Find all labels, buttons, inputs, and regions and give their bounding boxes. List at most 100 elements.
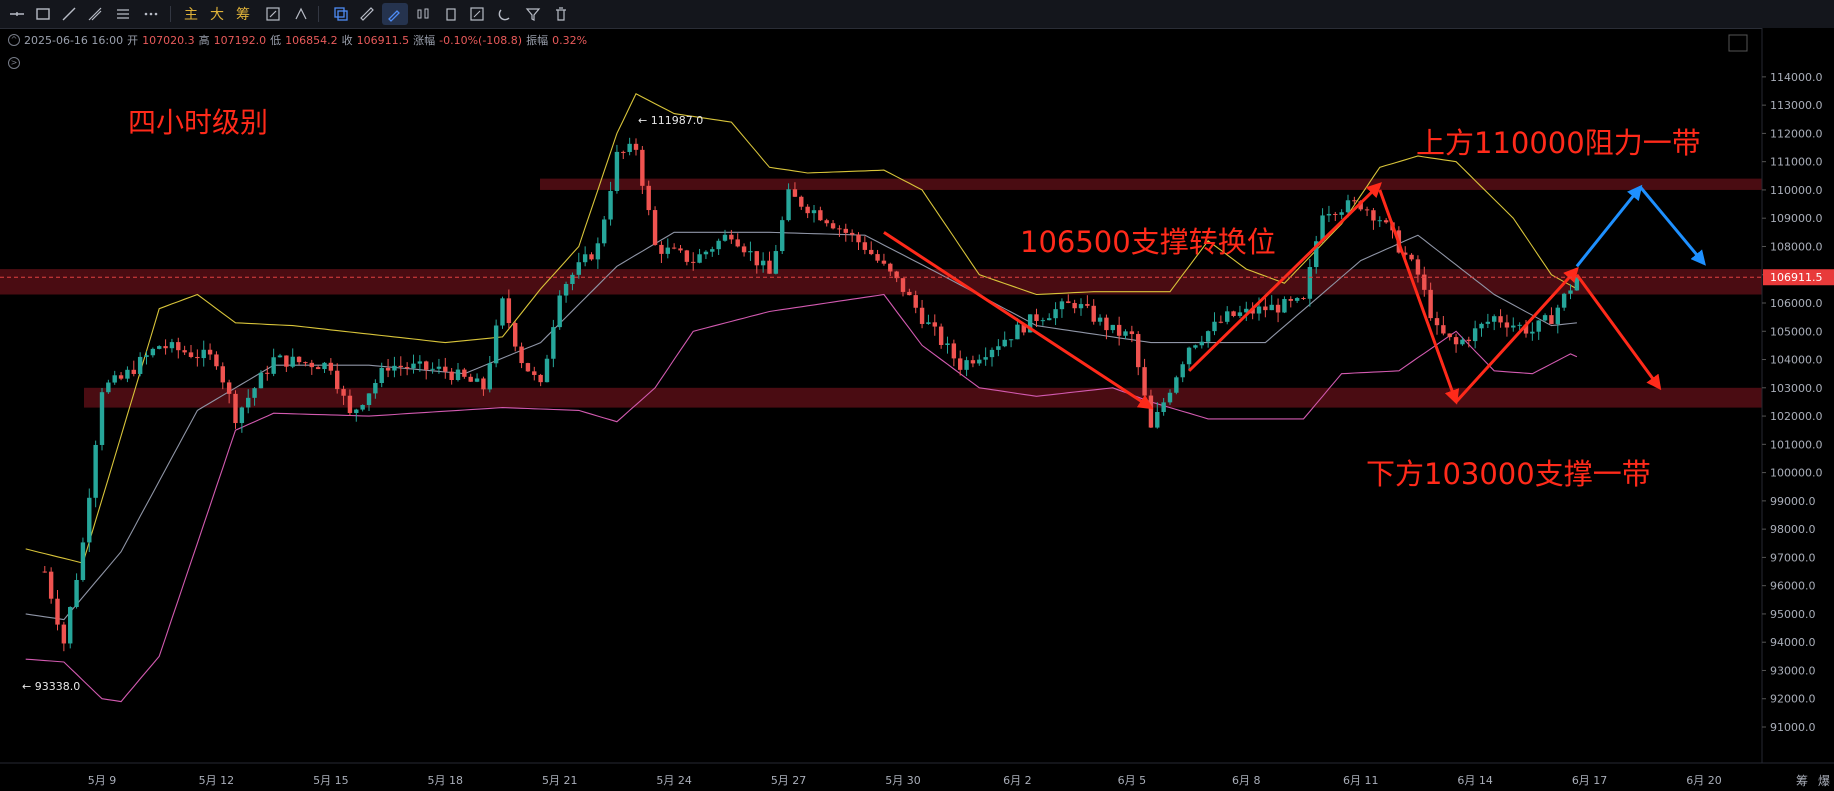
candle-body [907,291,912,296]
candle-body [633,143,639,150]
candle-body [347,395,353,414]
trend-line-icon[interactable] [58,3,80,25]
candle-body [1364,209,1370,211]
candle-body [1275,304,1281,313]
price-tick-label: 105000.0 [1770,325,1823,338]
candle-body [1059,301,1065,310]
annotation-support-switch: 106500支撑转换位 [1020,225,1276,259]
candle-body [411,363,416,369]
candle-body [150,348,156,356]
candle-body [500,298,505,326]
clipboard-icon[interactable] [440,3,462,25]
candle-body [1015,324,1020,340]
order-tool-icon[interactable] [290,3,312,25]
candle-body [61,624,67,644]
candle-body [1339,212,1344,215]
candle-body [818,210,823,221]
price-axis: 91000.0 92000.0 93000.0 94000.0 95000.0 96000… [1761,28,1834,763]
candle-body [360,405,365,410]
horizontal-line-icon[interactable] [6,3,28,25]
candle-body [875,254,880,261]
candle-body [513,323,518,347]
layers-icon[interactable] [330,3,352,25]
candle-body [1561,293,1567,308]
candle-body [773,251,779,274]
percent-tool-icon[interactable] [262,3,284,25]
candle-body [621,151,626,153]
candle-body [1231,311,1236,316]
price-chart[interactable]: 四小时级别上方110000阻力一带 106500支撑转换位下方103000支撑一带… [0,28,1834,791]
candle-body [1002,339,1007,347]
main-indicator-button[interactable]: 主 [180,3,202,25]
candle-body [1371,210,1376,221]
candle-body [1288,298,1293,301]
candle-body [945,343,950,345]
price-tick-label: 101000.0 [1770,438,1823,451]
candle-body [1269,304,1274,311]
candle-body [805,206,810,214]
rectangle-icon[interactable] [32,3,54,25]
candle-body [417,361,423,364]
candle-body [824,220,829,224]
candle-body [1460,339,1465,345]
candle-body [799,196,804,207]
chip-distribution-button[interactable]: 筹 [232,3,254,25]
time-tick-label: 6月 8 [1232,774,1261,787]
magnet-icon[interactable] [494,3,516,25]
candle-body [563,283,569,296]
candle-body [1377,220,1382,222]
parallel-lines-icon[interactable] [112,3,134,25]
candle-body [462,369,467,377]
large-order-button[interactable]: 大 [206,3,228,25]
candle-body [970,360,976,364]
candle-body [1053,309,1058,319]
candle-body [1549,315,1554,324]
candle-body [335,370,340,390]
candle-body [265,372,270,374]
candle-body [900,278,906,292]
candle-body [354,409,359,414]
price-tick-label: 111000.0 [1770,156,1823,169]
time-tick-label: 6月 17 [1572,774,1608,787]
candle-body [1256,306,1262,314]
candle-body [1511,325,1516,328]
edit-note-icon[interactable] [466,3,488,25]
candle-style-icon[interactable] [412,3,434,25]
ray-icon[interactable] [84,3,106,25]
filter-icon[interactable] [522,3,544,25]
candle-body [163,346,168,349]
candle-body [570,274,575,284]
candle-body [99,392,105,445]
candle-body [1333,213,1338,215]
candle-body [144,355,149,357]
candle-body [1479,323,1484,329]
candle-body [538,374,543,383]
candle-body [792,189,798,197]
candle-body [373,383,378,394]
candle-body [1034,314,1039,321]
price-zone-0 [540,178,1762,190]
candle-body [1472,328,1478,342]
candle-body [506,298,512,324]
ruler-icon[interactable] [356,3,378,25]
candle-body [1225,311,1230,322]
candle-body [1383,220,1389,223]
price-tick-label: 92000.0 [1770,693,1816,706]
annotation-support: 下方103000支撑一带 [1366,457,1651,491]
more-icon[interactable] [140,3,162,25]
candle-body [220,366,225,383]
price-zone-2 [84,387,1762,408]
candle-body [1142,367,1147,396]
trash-icon[interactable] [550,3,572,25]
brush-tool-icon[interactable] [382,3,408,25]
price-tick-label: 110000.0 [1770,184,1823,197]
upper-band-line [25,93,1578,564]
price-tick-label: 91000.0 [1770,721,1816,734]
candle-body [424,361,429,370]
candle-body [87,497,92,543]
price-tick-label: 113000.0 [1770,99,1823,112]
candle-body [1047,318,1052,321]
candle-body [1542,315,1548,321]
candle-body [239,407,245,424]
candle-body [589,254,594,260]
